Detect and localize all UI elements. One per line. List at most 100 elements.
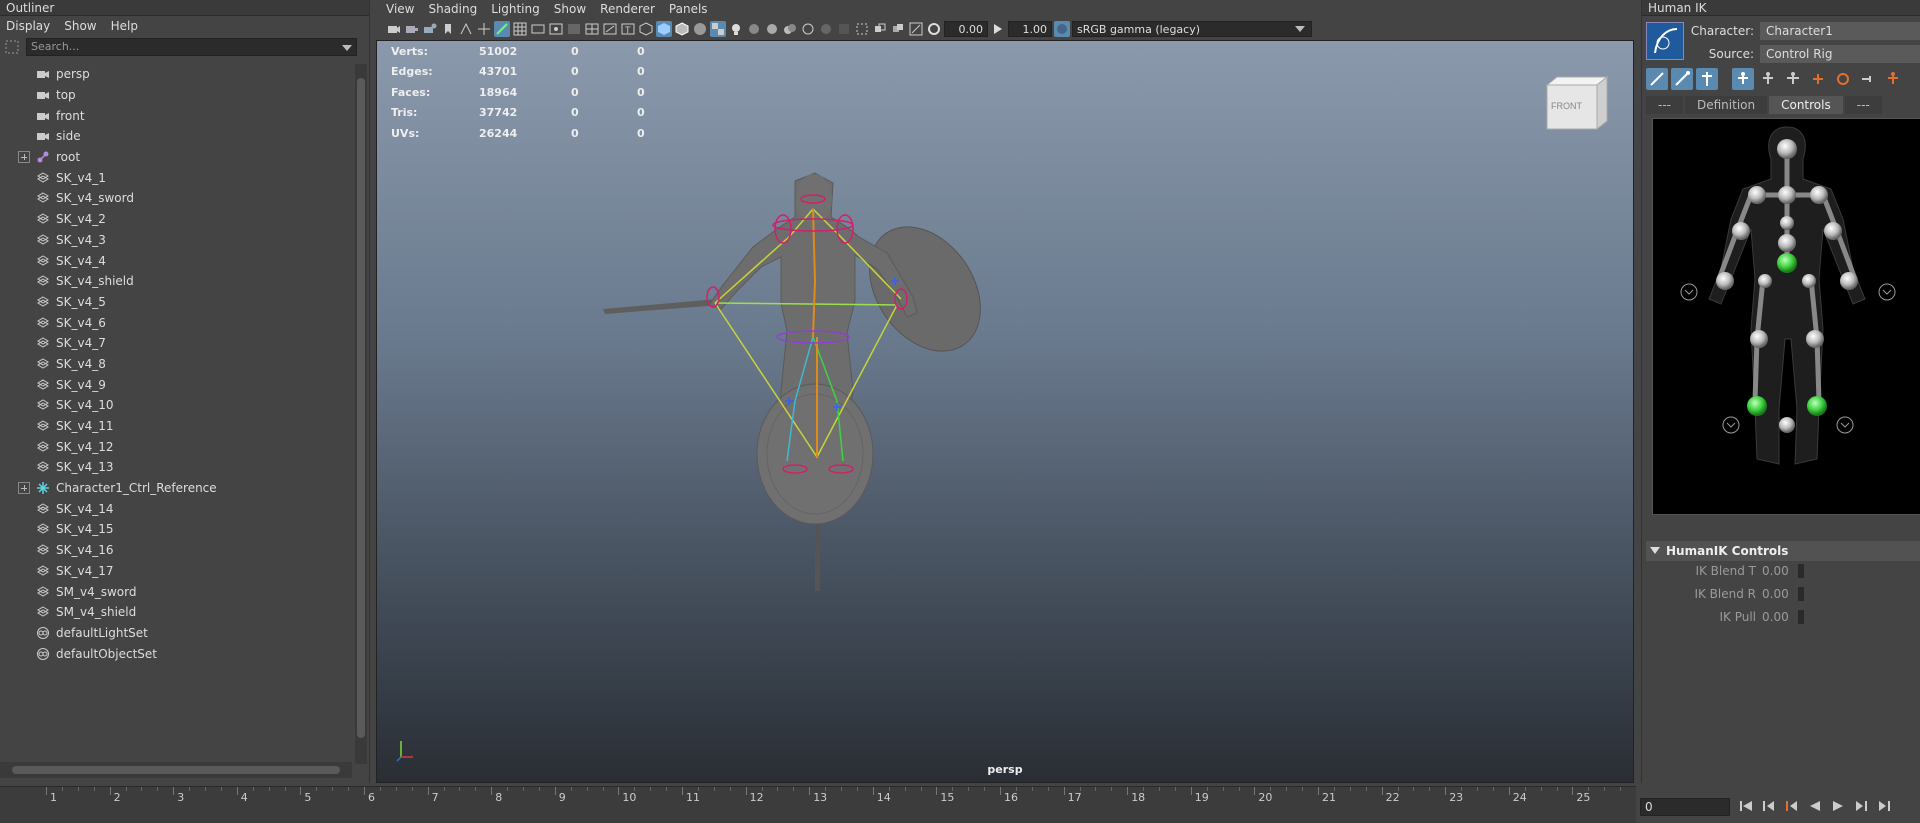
grease-pencil-icon[interactable] bbox=[494, 21, 510, 37]
scroll-thumb[interactable] bbox=[357, 78, 365, 738]
hik-left-knee-joint[interactable] bbox=[1750, 330, 1768, 348]
slider-value-field[interactable]: 0.00 bbox=[1762, 564, 1798, 578]
safe-action-icon[interactable] bbox=[602, 21, 618, 37]
outliner-menu-help[interactable]: Help bbox=[111, 19, 138, 33]
hik-right-ankle-effector[interactable] bbox=[1807, 396, 1827, 416]
hik-hips-effector[interactable] bbox=[1777, 253, 1797, 273]
outliner-item[interactable]: SK_v4_2 bbox=[0, 209, 350, 230]
outliner-item[interactable]: defaultObjectSet bbox=[0, 643, 350, 664]
select-joint-icon[interactable] bbox=[1671, 68, 1693, 90]
slider-value-field[interactable]: 0.00 bbox=[1762, 587, 1798, 601]
textured-icon[interactable] bbox=[692, 21, 708, 37]
outliner-item[interactable]: SK_v4_1 bbox=[0, 167, 350, 188]
hik-left-wrist-joint[interactable] bbox=[1716, 272, 1734, 290]
chevron-down-icon[interactable] bbox=[1295, 26, 1305, 32]
hik-left-ankle-effector[interactable] bbox=[1747, 396, 1767, 416]
outliner-item[interactable]: top bbox=[0, 85, 350, 106]
smooth-shade-icon[interactable] bbox=[656, 21, 672, 37]
slider-handle[interactable] bbox=[1798, 610, 1804, 624]
screen-space-ao-icon[interactable] bbox=[764, 21, 780, 37]
outliner-item[interactable]: SK_v4_4 bbox=[0, 250, 350, 271]
motion-blur-icon[interactable] bbox=[782, 21, 798, 37]
outliner-item[interactable]: SK_v4_10 bbox=[0, 395, 350, 416]
outliner-item[interactable]: SK_v4_sword bbox=[0, 188, 350, 209]
tab-collapsed-right[interactable]: --- bbox=[1844, 96, 1882, 114]
hik-right-wrist-joint[interactable] bbox=[1840, 272, 1858, 290]
vp-menu-lighting[interactable]: Lighting bbox=[491, 2, 540, 16]
wireframe-icon[interactable] bbox=[638, 21, 654, 37]
stance-pose-icon[interactable] bbox=[1782, 68, 1804, 90]
field-chart-icon[interactable] bbox=[584, 21, 600, 37]
hik-spine-joint[interactable] bbox=[1780, 216, 1794, 230]
outliner-item[interactable]: SK_v4_5 bbox=[0, 292, 350, 313]
lock-camera-icon[interactable] bbox=[404, 21, 420, 37]
anti-alias-icon[interactable] bbox=[800, 21, 816, 37]
grid-icon[interactable] bbox=[512, 21, 528, 37]
xray-icon[interactable] bbox=[854, 21, 870, 37]
hik-right-elbow-joint[interactable] bbox=[1824, 222, 1842, 240]
2d-pan-zoom-icon[interactable] bbox=[476, 21, 492, 37]
outliner-item[interactable]: defaultLightSet bbox=[0, 623, 350, 644]
expand-right-foot-icon[interactable] bbox=[1836, 416, 1854, 434]
time-slider[interactable]: 1 2 3 4 5 6 7 8 9 10 11 12 13 14 15 16 17 18 19 20 21 22 23 24 2… bbox=[0, 786, 1636, 823]
outliner-item[interactable]: SM_v4_shield bbox=[0, 602, 350, 623]
outliner-item[interactable]: SK_v4_15 bbox=[0, 519, 350, 540]
outliner-item[interactable]: SK_v4_shield bbox=[0, 271, 350, 292]
xray-components-icon[interactable] bbox=[890, 21, 906, 37]
figure-icon[interactable] bbox=[1882, 68, 1904, 90]
select-camera-icon[interactable] bbox=[386, 21, 402, 37]
play-backward-icon[interactable] bbox=[1807, 798, 1823, 814]
outliner-item[interactable]: Character1_Ctrl_Reference bbox=[0, 478, 350, 499]
pin-rotate-icon[interactable] bbox=[1832, 68, 1854, 90]
image-plane-icon[interactable] bbox=[458, 21, 474, 37]
hik-left-hip-joint[interactable] bbox=[1758, 274, 1772, 288]
shield-upper[interactable] bbox=[847, 206, 1004, 372]
tab-controls[interactable]: Controls bbox=[1769, 96, 1843, 114]
depth-of-field-icon[interactable] bbox=[818, 21, 834, 37]
hik-head-joint[interactable] bbox=[1777, 139, 1797, 159]
outliner-item[interactable]: root bbox=[0, 147, 350, 168]
exposure-field[interactable]: 0.00 bbox=[944, 21, 988, 37]
expand-left-foot-icon[interactable] bbox=[1722, 416, 1740, 434]
3d-viewport[interactable]: Verts: 51002 0 0 Edges: 43701 0 0 Faces: 18964 0 0 T… bbox=[376, 40, 1634, 783]
outliner-item[interactable]: SK_v4_11 bbox=[0, 416, 350, 437]
vp-menu-shading[interactable]: Shading bbox=[428, 2, 477, 16]
current-frame-field[interactable]: 0 bbox=[1640, 798, 1730, 816]
tab-definition[interactable]: Definition bbox=[1685, 96, 1768, 114]
outliner-item[interactable]: SK_v4_12 bbox=[0, 436, 350, 457]
hik-right-hip-joint[interactable] bbox=[1802, 274, 1816, 288]
gamma-field[interactable]: 1.00 bbox=[1008, 21, 1052, 37]
wireframe-on-shaded-icon[interactable] bbox=[674, 21, 690, 37]
sword-blade[interactable] bbox=[603, 299, 721, 314]
slider-value-field[interactable]: 0.00 bbox=[1762, 610, 1798, 624]
exposure-icon[interactable] bbox=[926, 21, 942, 37]
hik-left-shoulder-joint[interactable] bbox=[1748, 186, 1766, 204]
view-cube[interactable]: FRONT bbox=[1545, 75, 1609, 131]
outliner-menu-display[interactable]: Display bbox=[6, 19, 50, 33]
hik-left-elbow-joint[interactable] bbox=[1732, 222, 1750, 240]
vp-menu-show[interactable]: Show bbox=[554, 2, 586, 16]
safe-title-icon[interactable]: T bbox=[620, 21, 636, 37]
outliner-item[interactable]: front bbox=[0, 105, 350, 126]
hik-control-figure[interactable] bbox=[1652, 118, 1920, 515]
bookmark-icon[interactable] bbox=[440, 21, 456, 37]
selection-icon[interactable] bbox=[1757, 68, 1779, 90]
humanik-controls-header[interactable]: HumanIK Controls bbox=[1646, 541, 1920, 561]
character-select[interactable]: Character1 bbox=[1760, 22, 1920, 40]
outliner-item[interactable]: SK_v4_7 bbox=[0, 333, 350, 354]
outliner-item[interactable]: SK_v4_14 bbox=[0, 498, 350, 519]
lights-icon[interactable] bbox=[728, 21, 744, 37]
expand-plus-icon[interactable] bbox=[18, 482, 30, 495]
collapse-triangle-icon[interactable] bbox=[1646, 544, 1666, 558]
outliner-item[interactable]: SK_v4_6 bbox=[0, 312, 350, 333]
step-back-key-icon[interactable] bbox=[1761, 798, 1777, 814]
outliner-item[interactable]: SK_v4_17 bbox=[0, 561, 350, 582]
outliner-item[interactable]: SK_v4_9 bbox=[0, 374, 350, 395]
gate-mask-icon[interactable] bbox=[566, 21, 582, 37]
tab-collapsed-left[interactable]: --- bbox=[1646, 96, 1683, 114]
outliner-item[interactable]: SM_v4_sword bbox=[0, 581, 350, 602]
release-pin-icon[interactable] bbox=[1857, 68, 1879, 90]
expand-plus-icon[interactable] bbox=[18, 151, 30, 164]
backface-culling-icon[interactable] bbox=[908, 21, 924, 37]
hik-right-shoulder-joint[interactable] bbox=[1810, 186, 1828, 204]
